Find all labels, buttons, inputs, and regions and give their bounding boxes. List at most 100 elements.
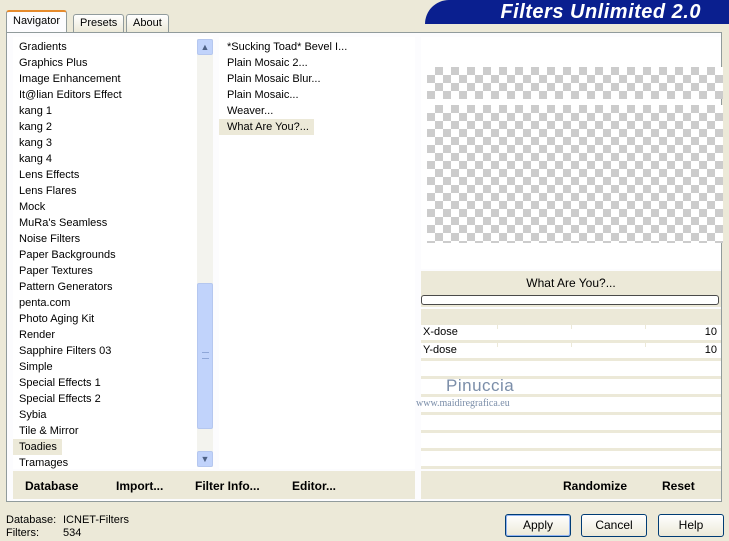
category-item[interactable]: Tile & Mirror (13, 423, 197, 439)
category-list[interactable]: Gradients Graphics Plus Image Enhancement I… (13, 37, 213, 469)
category-item[interactable]: Tramages (13, 455, 197, 469)
category-item[interactable]: Special Effects 2 (13, 391, 197, 407)
category-item[interactable]: Lens Effects (13, 167, 197, 183)
filter-info-button[interactable]: Filter Info... (195, 475, 260, 497)
category-item-label: penta.com (19, 297, 71, 309)
selected-filter-name: What Are You?... (421, 271, 721, 295)
filter-item-label: Plain Mosaic 2... (227, 57, 308, 69)
reset-button[interactable]: Reset (662, 475, 695, 497)
category-item-label: Tile & Mirror (19, 425, 79, 437)
category-item[interactable]: kang 1 (13, 103, 197, 119)
tick-mark (497, 325, 498, 329)
progress-track (421, 295, 719, 305)
status-database: Database: ICNET-Filters (6, 514, 129, 526)
filter-item[interactable]: Plain Mosaic... (219, 87, 415, 103)
filter-item-label: *Sucking Toad* Bevel I... (227, 41, 348, 53)
category-item[interactable]: Noise Filters (13, 231, 197, 247)
category-item[interactable]: Graphics Plus (13, 55, 197, 71)
category-item-label: Paper Backgrounds (19, 249, 116, 261)
watermark-name: Pinuccia (446, 376, 515, 395)
tab-navigator[interactable]: Navigator (6, 10, 68, 32)
category-item-label: It@lian Editors Effect (19, 89, 122, 101)
tab-presets[interactable]: Presets (73, 14, 125, 32)
param-row-empty (421, 433, 721, 449)
category-item[interactable]: It@lian Editors Effect (13, 87, 197, 103)
scroll-down-button[interactable]: ▼ (197, 451, 213, 467)
status-filters: Filters: 534 (6, 527, 81, 539)
scroll-up-button[interactable]: ▲ (197, 39, 213, 55)
category-item-label: Photo Aging Kit (19, 313, 95, 325)
watermark-url: www.maidiregrafica.eu (416, 398, 510, 409)
filter-list[interactable]: *Sucking Toad* Bevel I... Plain Mosaic 2.… (219, 37, 415, 469)
tab-about[interactable]: About (126, 14, 169, 32)
database-button[interactable]: Database (25, 475, 78, 497)
param-label: X-dose (423, 326, 458, 338)
category-item-label: Special Effects 2 (19, 393, 101, 405)
status-database-label: Database: (6, 514, 57, 526)
filter-item[interactable]: Weaver... (219, 103, 415, 119)
filter-item-label: Weaver... (227, 105, 274, 117)
import-button[interactable]: Import... (116, 475, 163, 497)
status-filters-value: 534 (63, 527, 82, 539)
category-item[interactable]: Gradients (13, 39, 197, 55)
category-item[interactable]: Image Enhancement (13, 71, 197, 87)
category-item[interactable]: Sybia (13, 407, 197, 423)
category-item[interactable]: Paper Backgrounds (13, 247, 197, 263)
category-item-label: kang 2 (19, 121, 53, 133)
category-item[interactable]: Special Effects 1 (13, 375, 197, 391)
filter-item[interactable]: Plain Mosaic 2... (219, 55, 415, 71)
category-item[interactable]: Simple (13, 359, 197, 375)
category-item-label: Sybia (19, 409, 47, 421)
param-row-x-dose[interactable]: X-dose 10 (421, 325, 721, 341)
category-item[interactable]: kang 2 (13, 119, 197, 135)
title-banner: Filters Unlimited 2.0 (425, 0, 729, 24)
filter-item-label: Plain Mosaic Blur... (227, 73, 321, 85)
category-item-label: Gradients (19, 41, 67, 53)
category-item-label: Noise Filters (19, 233, 81, 245)
filter-item[interactable]: What Are You?... (219, 119, 415, 135)
category-item[interactable]: Pattern Generators (13, 279, 197, 295)
progress-bar (421, 295, 721, 307)
category-item-label: kang 3 (19, 137, 53, 149)
filter-item[interactable]: Plain Mosaic Blur... (219, 71, 415, 87)
category-item[interactable]: Mock (13, 199, 197, 215)
category-item-label: Image Enhancement (19, 73, 121, 85)
help-button[interactable]: Help (658, 514, 724, 537)
grip-icon (202, 352, 209, 359)
category-item[interactable]: penta.com (13, 295, 197, 311)
filter-item-label: What Are You?... (219, 119, 314, 135)
scrollbar-thumb[interactable] (197, 283, 213, 429)
category-item-label: kang 1 (19, 105, 53, 117)
filter-item[interactable]: *Sucking Toad* Bevel I... (219, 39, 415, 55)
tick-mark (571, 325, 572, 329)
category-scrollbar[interactable]: ▲ ▼ (197, 39, 213, 467)
category-item[interactable]: MuRa's Seamless (13, 215, 197, 231)
category-item[interactable]: Photo Aging Kit (13, 311, 197, 327)
category-item-label: Simple (19, 361, 53, 373)
category-item-label: Lens Effects (19, 169, 80, 181)
category-item[interactable]: kang 3 (13, 135, 197, 151)
apply-button[interactable]: Apply (505, 514, 571, 537)
category-item-label: Special Effects 1 (19, 377, 101, 389)
filter-items: *Sucking Toad* Bevel I... Plain Mosaic 2.… (219, 39, 415, 135)
category-item[interactable]: Render (13, 327, 197, 343)
category-item-label: Toadies (13, 439, 62, 455)
category-item-label: kang 4 (19, 153, 53, 165)
category-item[interactable]: Toadies (13, 439, 197, 455)
param-row-empty (421, 451, 721, 467)
filter-item-label: Plain Mosaic... (227, 89, 299, 101)
category-item[interactable]: Paper Textures (13, 263, 197, 279)
editor-button[interactable]: Editor... (292, 475, 336, 497)
category-item[interactable]: Lens Flares (13, 183, 197, 199)
category-item[interactable]: Sapphire Filters 03 (13, 343, 197, 359)
category-item[interactable]: kang 4 (13, 151, 197, 167)
param-value: 10 (704, 344, 717, 356)
category-item-label: Mock (19, 201, 46, 213)
param-label: Y-dose (423, 344, 457, 356)
tick-mark (645, 325, 646, 329)
param-row-y-dose[interactable]: Y-dose 10 (421, 343, 721, 359)
cancel-button[interactable]: Cancel (581, 514, 647, 537)
category-items: Gradients Graphics Plus Image Enhancement I… (13, 39, 197, 469)
tick-mark (571, 343, 572, 347)
randomize-button[interactable]: Randomize (563, 475, 627, 497)
